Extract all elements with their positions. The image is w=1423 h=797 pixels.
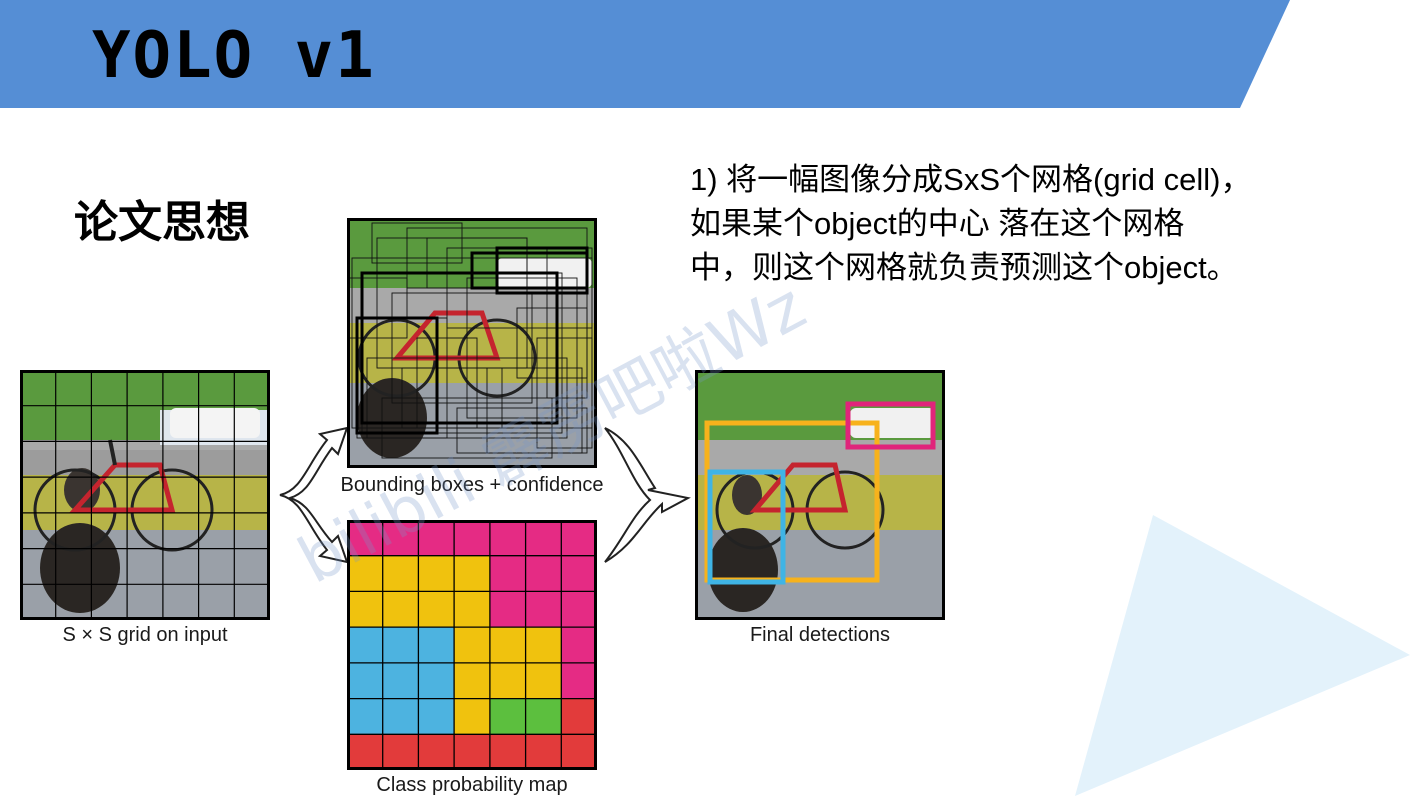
input-grid-image [20, 370, 270, 620]
description-line-1: 1) 将一幅图像分成SxS个网格(grid cell)， [690, 162, 1252, 197]
caption-classmap: Class probability map [376, 774, 568, 796]
final-detections-image [695, 370, 945, 620]
bounding-boxes-image [347, 218, 597, 468]
class-probability-map [347, 520, 597, 770]
caption-input: S × S grid on input [62, 624, 228, 646]
caption-boxes: Bounding boxes + confidence [340, 474, 604, 496]
description-line-2: 如果某个object的中心 落在这个网格 [690, 206, 1185, 241]
merge-arrow-icon [604, 427, 691, 563]
description-text: 1) 将一幅图像分成SxS个网格(grid cell)， 如果某个object的… [690, 158, 1350, 290]
description-line-3: 中，则这个网格就负责预测这个object。 [690, 250, 1238, 285]
section-subtitle: 论文思想 [74, 197, 250, 248]
caption-final: Final detections [749, 624, 891, 646]
